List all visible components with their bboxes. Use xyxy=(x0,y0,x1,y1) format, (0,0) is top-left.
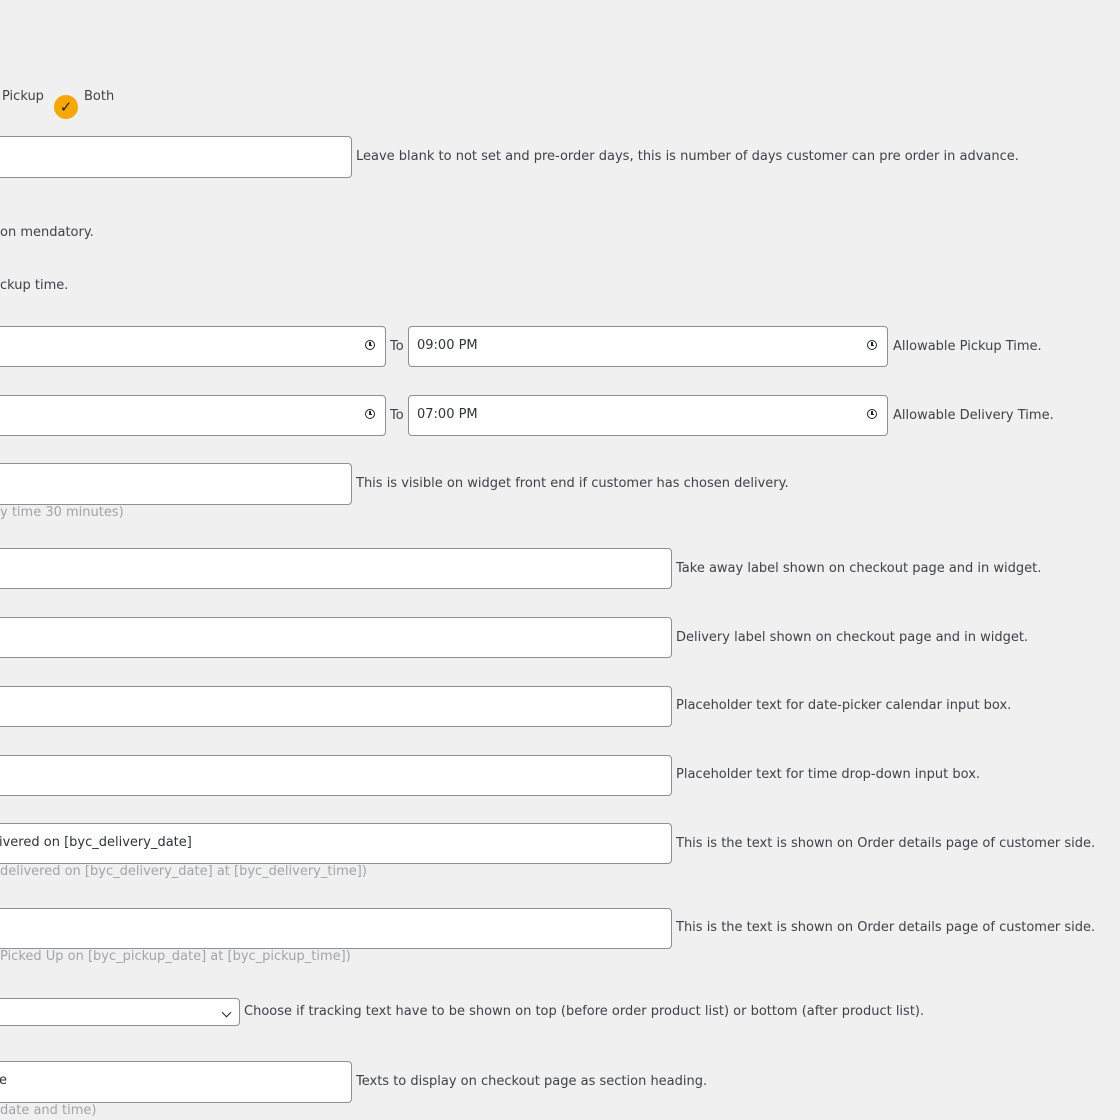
delivery-widget-description: This is visible on widget front end if c… xyxy=(356,476,789,491)
checkout-heading-description: Texts to display on checkout page as sec… xyxy=(356,1074,708,1089)
radio-both-checked-icon[interactable]: ✓ xyxy=(54,95,78,119)
pickup-time-description: Allowable Pickup Time. xyxy=(893,339,1042,354)
pickup-time-to-label: To xyxy=(390,339,404,354)
time-placeholder-input[interactable] xyxy=(0,755,672,796)
time-placeholder-description: Placeholder text for time drop-down inpu… xyxy=(676,767,981,782)
delivery-time-to-label: To xyxy=(390,408,404,423)
radio-both-label[interactable]: Both xyxy=(84,89,114,105)
takeaway-label-description: Take away label shown on checkout page a… xyxy=(676,561,1042,576)
tracking-position-description: Choose if tracking text have to be shown… xyxy=(244,1004,925,1019)
chevron-down-icon xyxy=(221,1007,232,1018)
pickup-time-note: ckup time. xyxy=(0,278,69,293)
mandatory-note: on mendatory. xyxy=(0,225,94,240)
delivery-label-description: Delivery label shown on checkout page an… xyxy=(676,630,1029,645)
clock-icon[interactable] xyxy=(867,340,877,350)
tracking-position-select[interactable] xyxy=(0,998,240,1026)
delivery-time-from-input[interactable] xyxy=(0,395,386,436)
delivery-widget-input[interactable] xyxy=(0,463,352,505)
delivery-order-text-input[interactable]: ivered on [byc_delivery_date] xyxy=(0,823,672,864)
delivery-time-to-input[interactable]: 07:00 PM xyxy=(408,395,888,436)
clock-icon[interactable] xyxy=(365,340,375,350)
pickup-order-text-input[interactable] xyxy=(0,908,672,949)
pickup-order-text-hint: Picked Up on [byc_pickup_date] at [byc_p… xyxy=(0,949,351,964)
radio-pickup-label[interactable]: Pickup xyxy=(2,89,44,105)
clock-icon[interactable] xyxy=(365,409,375,419)
date-placeholder-input[interactable] xyxy=(0,686,672,727)
preorder-days-input[interactable] xyxy=(0,136,352,178)
delivery-order-text-hint: delivered on [byc_delivery_date] at [byc… xyxy=(0,864,367,879)
delivery-time-description: Allowable Delivery Time. xyxy=(893,408,1054,423)
checkout-heading-hint: date and time) xyxy=(0,1103,97,1118)
takeaway-label-input[interactable] xyxy=(0,548,672,589)
clock-icon[interactable] xyxy=(867,409,877,419)
date-placeholder-description: Placeholder text for date-picker calenda… xyxy=(676,698,1012,713)
pickup-time-from-input[interactable] xyxy=(0,326,386,367)
preorder-description: Leave blank to not set and pre-order day… xyxy=(356,149,1019,164)
delivery-widget-hint: y time 30 minutes) xyxy=(0,505,124,520)
delivery-order-text-description: This is the text is shown on Order detai… xyxy=(676,836,1096,851)
pickup-order-text-description: This is the text is shown on Order detai… xyxy=(676,920,1096,935)
checkout-heading-input[interactable]: e xyxy=(0,1061,352,1103)
delivery-label-input[interactable] xyxy=(0,617,672,658)
pickup-time-to-input[interactable]: 09:00 PM xyxy=(408,326,888,367)
